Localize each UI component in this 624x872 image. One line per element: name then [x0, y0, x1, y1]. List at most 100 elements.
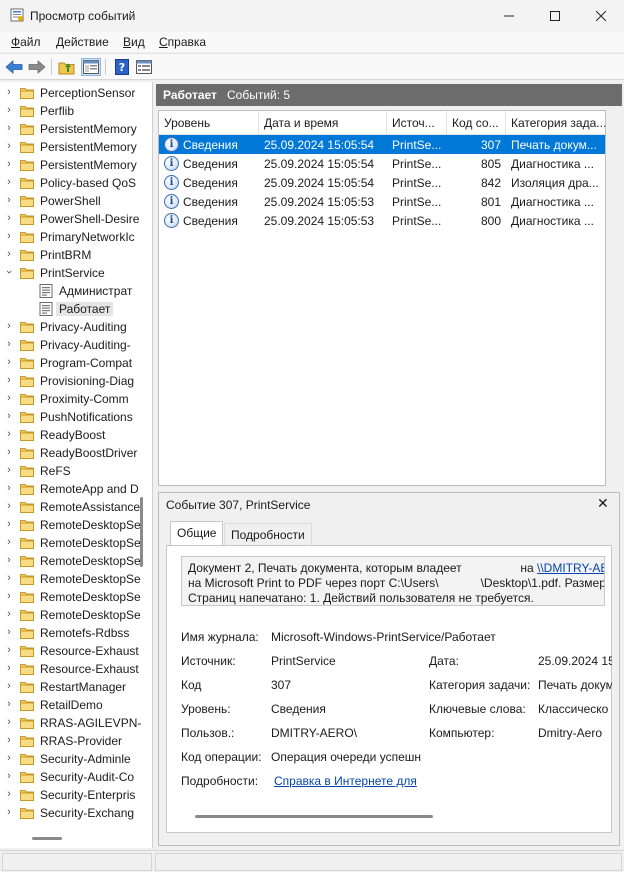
tree-item[interactable]: › RemoteAssistance	[0, 498, 152, 516]
chevron-right-icon[interactable]: ›	[4, 464, 14, 476]
event-row[interactable]: i Сведения 25.09.2024 15:05:53 PrintSe... 80…	[159, 192, 605, 211]
tree-item[interactable]: › PrintBRM	[0, 246, 152, 264]
close-window-button[interactable]	[578, 0, 624, 32]
chevron-right-icon[interactable]: ›	[4, 536, 14, 548]
chevron-right-icon[interactable]: ›	[4, 608, 14, 620]
tree-item[interactable]: › Privacy-Auditing	[0, 318, 152, 336]
tree-item[interactable]: › Security-Enterpris	[0, 786, 152, 804]
tree-item[interactable]: › Perflib	[0, 102, 152, 120]
details-horizontal-scrollbar[interactable]	[175, 809, 605, 823]
chevron-right-icon[interactable]: ›	[4, 158, 14, 170]
chevron-right-icon[interactable]: ›	[4, 194, 14, 206]
online-help-link[interactable]: Справка в Интернете для	[274, 774, 424, 788]
chevron-right-icon[interactable]: ›	[4, 734, 14, 746]
chevron-right-icon[interactable]: ›	[4, 86, 14, 98]
menu-action[interactable]: Действие	[56, 35, 109, 49]
tree-item[interactable]: › RRAS-Provider	[0, 732, 152, 750]
forward-button[interactable]	[27, 58, 47, 76]
tree-item[interactable]: › ReFS	[0, 462, 152, 480]
tree-item[interactable]: › RestartManager	[0, 678, 152, 696]
chevron-right-icon[interactable]: ›	[4, 104, 14, 116]
close-details-button[interactable]: ✕	[597, 495, 609, 512]
tree-item[interactable]: › RemoteDesktopSe	[0, 570, 152, 588]
up-level-button[interactable]	[57, 58, 77, 76]
tree-item[interactable]: › PerceptionSensor	[0, 84, 152, 102]
tree-item[interactable]: › RemoteDesktopSe	[0, 552, 152, 570]
chevron-right-icon[interactable]: ›	[4, 338, 14, 350]
event-row[interactable]: i Сведения 25.09.2024 15:05:53 PrintSe... 80…	[159, 211, 605, 230]
tree-item[interactable]: › ReadyBoostDriver	[0, 444, 152, 462]
tree-item[interactable]: › Proximity-Comm	[0, 390, 152, 408]
chevron-right-icon[interactable]: ›	[4, 788, 14, 800]
column-header-category[interactable]: Категория зада...	[506, 111, 605, 135]
chevron-right-icon[interactable]: ›	[4, 518, 14, 530]
tree-item[interactable]: › RRAS-AGILEVPN-	[0, 714, 152, 732]
tree-item[interactable]: › Security-Adminle	[0, 750, 152, 768]
chevron-right-icon[interactable]: ›	[4, 212, 14, 224]
chevron-right-icon[interactable]: ›	[4, 176, 14, 188]
back-button[interactable]	[4, 58, 24, 76]
chevron-right-icon[interactable]: ›	[4, 554, 14, 566]
tree-item-printservice[interactable]: › PrintService	[0, 264, 152, 282]
chevron-right-icon[interactable]: ›	[4, 698, 14, 710]
chevron-right-icon[interactable]: ›	[4, 230, 14, 242]
tree-item[interactable]: › Security-Exchang	[0, 804, 152, 822]
tree-item[interactable]: › PersistentMemory	[0, 120, 152, 138]
tree-item[interactable]: › PersistentMemory	[0, 138, 152, 156]
column-header-date[interactable]: Дата и время	[259, 111, 387, 135]
chevron-down-icon[interactable]: ›	[3, 267, 15, 277]
chevron-right-icon[interactable]: ›	[4, 392, 14, 404]
computer-link[interactable]: \\DMITRY-AERO	[537, 561, 604, 575]
tree-item[interactable]: › Remotefs-Rdbss	[0, 624, 152, 642]
event-row[interactable]: i Сведения 25.09.2024 15:05:54 PrintSe... 84…	[159, 173, 605, 192]
chevron-right-icon[interactable]: ›	[4, 680, 14, 692]
tree-item[interactable]: › PowerShell	[0, 192, 152, 210]
show-hide-tree-button[interactable]	[81, 58, 101, 76]
tree-item[interactable]: › PersistentMemory	[0, 156, 152, 174]
tree-item[interactable]: › RemoteDesktopSe	[0, 534, 152, 552]
column-header-source[interactable]: Источ...	[387, 111, 447, 135]
menu-view[interactable]: Вид	[123, 35, 145, 49]
tree-scrollbar-thumb[interactable]	[140, 497, 143, 567]
tree-hscroll-thumb[interactable]	[32, 837, 62, 840]
event-row[interactable]: i Сведения 25.09.2024 15:05:54 PrintSe... 80…	[159, 154, 605, 173]
tree-item[interactable]: › RemoteDesktopSe	[0, 588, 152, 606]
chevron-right-icon[interactable]: ›	[4, 770, 14, 782]
chevron-right-icon[interactable]: ›	[4, 752, 14, 764]
tab-details[interactable]: Подробности	[224, 523, 312, 545]
menu-help[interactable]: Справка	[159, 35, 206, 49]
tree-child-log[interactable]: Администрат	[0, 282, 152, 300]
chevron-right-icon[interactable]: ›	[4, 356, 14, 368]
chevron-right-icon[interactable]: ›	[4, 410, 14, 422]
tree-item[interactable]: › RetailDemo	[0, 696, 152, 714]
chevron-right-icon[interactable]: ›	[4, 716, 14, 728]
tree-item[interactable]: › RemoteDesktopSe	[0, 516, 152, 534]
tree-horizontal-scrollbar[interactable]	[0, 830, 152, 846]
minimize-button[interactable]	[486, 0, 532, 32]
event-row[interactable]: i Сведения 25.09.2024 15:05:54 PrintSe... 30…	[159, 135, 605, 154]
tree-item[interactable]: › Resource-Exhaust	[0, 660, 152, 678]
menu-file[interactable]: Файл	[11, 35, 41, 49]
tree-child-log[interactable]: Работает	[0, 300, 152, 318]
chevron-right-icon[interactable]: ›	[4, 446, 14, 458]
chevron-right-icon[interactable]: ›	[4, 320, 14, 332]
chevron-right-icon[interactable]: ›	[4, 806, 14, 818]
event-description[interactable]: Документ 2, Печать документа, которым вл…	[181, 556, 605, 606]
column-header-level[interactable]: Уровень	[159, 111, 259, 135]
properties-button[interactable]	[134, 58, 154, 76]
maximize-button[interactable]	[532, 0, 578, 32]
tree-item[interactable]: › Privacy-Auditing-	[0, 336, 152, 354]
chevron-right-icon[interactable]: ›	[4, 572, 14, 584]
chevron-right-icon[interactable]: ›	[4, 662, 14, 674]
chevron-right-icon[interactable]: ›	[4, 122, 14, 134]
help-button[interactable]: ?	[112, 58, 132, 76]
tree-item[interactable]: › Provisioning-Diag	[0, 372, 152, 390]
chevron-right-icon[interactable]: ›	[4, 482, 14, 494]
tree-item[interactable]: › PrimaryNetworkIc	[0, 228, 152, 246]
chevron-right-icon[interactable]: ›	[4, 428, 14, 440]
tree-item[interactable]: › Program-Compat	[0, 354, 152, 372]
chevron-right-icon[interactable]: ›	[4, 248, 14, 260]
tab-general[interactable]: Общие	[170, 521, 224, 545]
chevron-right-icon[interactable]: ›	[4, 644, 14, 656]
chevron-right-icon[interactable]: ›	[4, 500, 14, 512]
